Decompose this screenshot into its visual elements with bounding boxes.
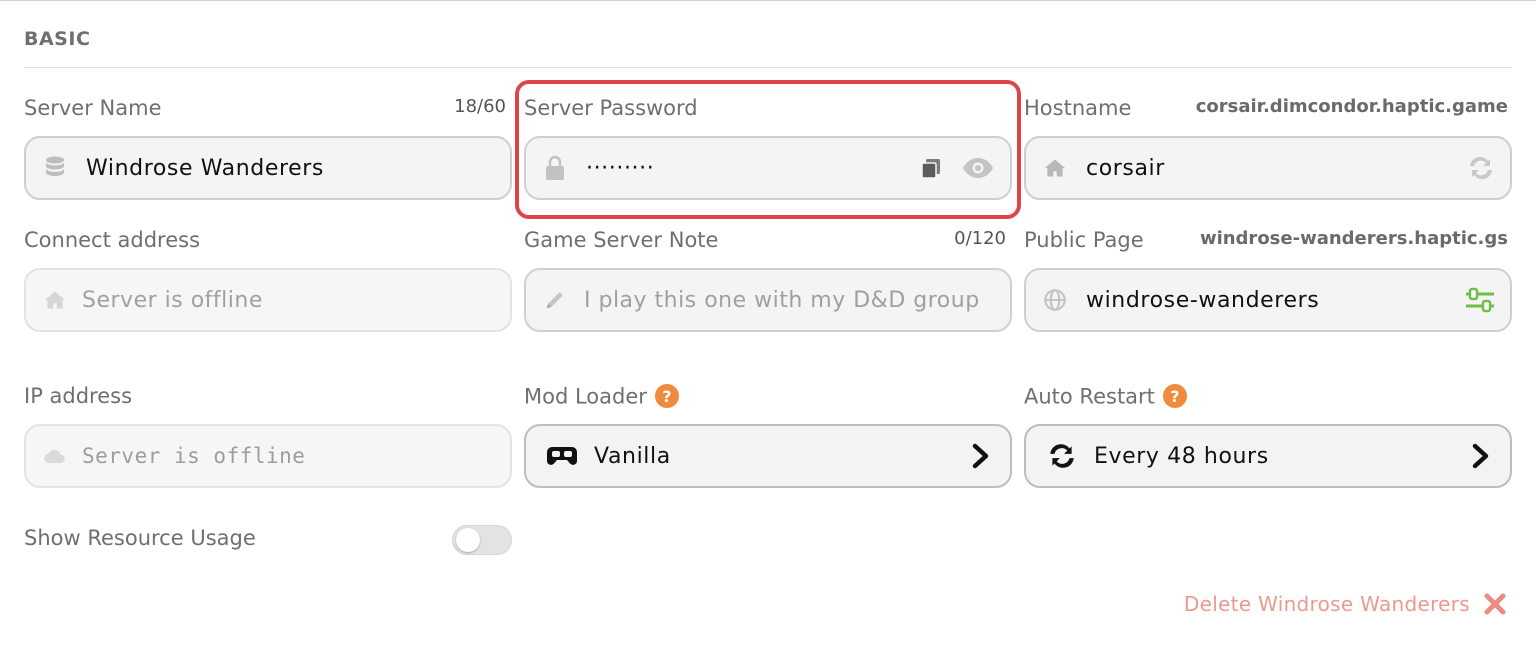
connect-address-field: Connect address Server is offline	[24, 228, 512, 332]
public-page-label: Public Page	[1024, 228, 1144, 252]
server-name-value: Windrose Wanderers	[86, 155, 324, 181]
chevron-right-icon	[1472, 443, 1490, 469]
ip-address-placeholder: Server is offline	[82, 444, 306, 468]
mod-loader-select[interactable]: Vanilla	[524, 424, 1012, 488]
cloud-icon	[44, 445, 66, 467]
hostname-input[interactable]: corsair	[1024, 136, 1512, 200]
home-icon	[44, 289, 66, 311]
section-title: BASIC	[24, 28, 91, 50]
game-server-note-counter: 0/120	[954, 228, 1006, 249]
public-page-input[interactable]: windrose-wanderers	[1024, 268, 1512, 332]
toggle-knob	[456, 528, 480, 552]
resource-usage-toggle[interactable]	[452, 525, 512, 555]
refresh-icon[interactable]	[1466, 154, 1496, 182]
hostname-field: Hostname corsair.dimcondor.haptic.game c…	[1024, 96, 1512, 200]
server-name-counter: 18/60	[454, 96, 506, 117]
highlight-outline	[515, 80, 1021, 219]
ip-address-label: IP address	[24, 384, 133, 408]
auto-restart-label: Auto Restart?	[1024, 384, 1187, 409]
chevron-right-icon	[972, 443, 990, 469]
top-divider	[0, 0, 1536, 1]
mod-loader-field: Mod Loader? Vanilla	[524, 384, 1012, 488]
section-divider	[24, 67, 1512, 68]
public-page-domain: windrose-wanderers.haptic.gs	[1199, 228, 1508, 249]
help-icon[interactable]: ?	[1162, 384, 1187, 408]
database-icon	[44, 156, 66, 179]
pencil-icon	[544, 289, 566, 311]
delete-server-button[interactable]: Delete Windrose Wanderers	[1184, 592, 1506, 616]
resource-usage-row: Show Resource Usage	[24, 522, 512, 558]
hostname-domain: corsair.dimcondor.haptic.game	[1195, 96, 1508, 117]
auto-restart-select[interactable]: Every 48 hours	[1024, 424, 1512, 488]
auto-restart-value: Every 48 hours	[1094, 443, 1269, 469]
connect-address-placeholder: Server is offline	[82, 287, 263, 313]
globe-icon	[1044, 289, 1066, 311]
mod-loader-value: Vanilla	[594, 443, 671, 469]
settings-sliders-icon[interactable]	[1464, 286, 1496, 314]
game-server-note-placeholder: I play this one with my D&D group	[584, 287, 980, 313]
game-server-note-input[interactable]: I play this one with my D&D group	[524, 268, 1012, 332]
help-icon[interactable]: ?	[654, 384, 679, 408]
ip-address-field: IP address Server is offline	[24, 384, 512, 488]
refresh-icon	[1046, 444, 1078, 468]
auto-restart-field: Auto Restart? Every 48 hours	[1024, 384, 1512, 488]
gamepad-icon	[546, 445, 578, 467]
mod-loader-label: Mod Loader?	[524, 384, 679, 409]
server-name-field: Server Name 18/60 Windrose Wanderers	[24, 96, 512, 200]
connect-address-label: Connect address	[24, 228, 201, 252]
hostname-value: corsair	[1086, 155, 1165, 181]
hostname-label: Hostname	[1024, 96, 1132, 120]
public-page-field: Public Page windrose-wanderers.haptic.gs…	[1024, 228, 1512, 332]
resource-usage-label: Show Resource Usage	[24, 526, 256, 550]
server-name-label: Server Name	[24, 96, 162, 120]
ip-address-input[interactable]: Server is offline	[24, 424, 512, 488]
connect-address-input[interactable]: Server is offline	[24, 268, 512, 332]
close-icon	[1484, 593, 1506, 615]
public-page-value: windrose-wanderers	[1086, 287, 1320, 313]
home-icon	[1044, 157, 1066, 179]
game-server-note-field: Game Server Note 0/120 I play this one w…	[524, 228, 1012, 332]
game-server-note-label: Game Server Note	[524, 228, 719, 252]
delete-server-label: Delete Windrose Wanderers	[1183, 592, 1470, 616]
server-name-input[interactable]: Windrose Wanderers	[24, 136, 512, 200]
